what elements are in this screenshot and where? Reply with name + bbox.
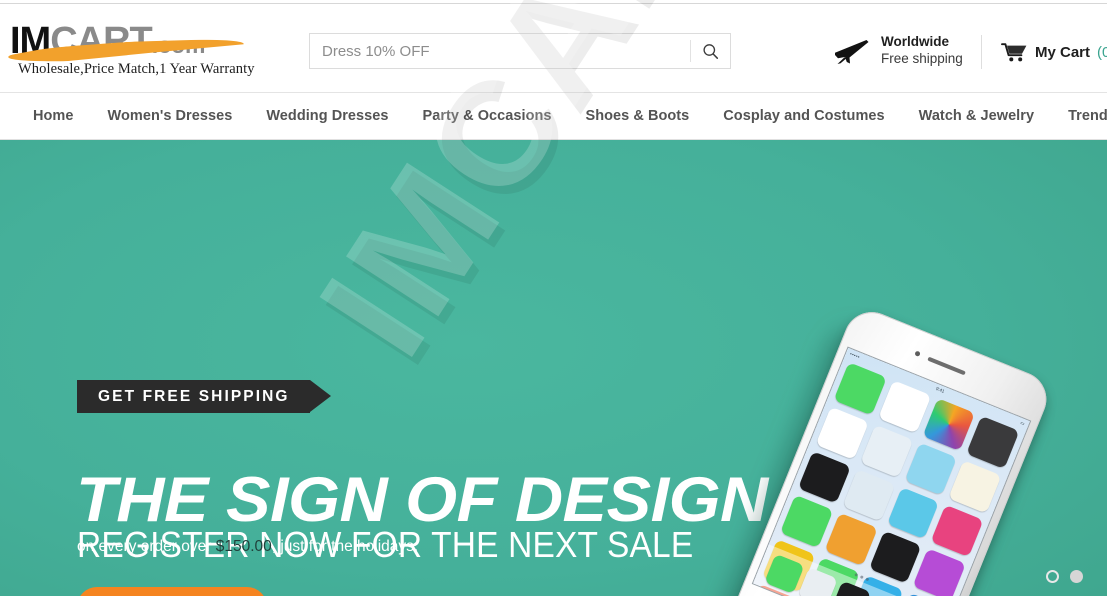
nav-item-party-occasions[interactable]: Party & Occasions xyxy=(406,108,569,124)
phone-battery-icon: ▭ xyxy=(1019,419,1026,426)
app-icon xyxy=(831,580,872,596)
nav-item-home[interactable]: Home xyxy=(16,108,91,124)
shipping-subtitle: Free shipping xyxy=(881,50,963,66)
nav-items: Home Women's Dresses Wedding Dresses Par… xyxy=(16,93,1107,139)
smartphone-mockup: ••••• 9:41 ▭ xyxy=(725,303,1055,596)
cart-button[interactable]: My Cart (0) xyxy=(1001,42,1107,63)
nav-item-wedding-dresses[interactable]: Wedding Dresses xyxy=(249,108,405,124)
logo-tagline: Wholesale,Price Match,1 Year Warranty xyxy=(18,61,255,77)
cart-label: My Cart xyxy=(1035,44,1091,61)
app-icon xyxy=(912,548,966,596)
nav-item-womens-dresses[interactable]: Women's Dresses xyxy=(91,108,250,124)
shipping-info: Worldwide Free shipping xyxy=(832,34,963,68)
app-icon xyxy=(886,486,940,540)
nav-item-watch-jewelry[interactable]: Watch & Jewelry xyxy=(902,108,1051,124)
ribbon-arrow-icon xyxy=(309,380,331,412)
nav-item-shoes-boots[interactable]: Shoes & Boots xyxy=(569,108,707,124)
search-icon xyxy=(703,43,719,59)
app-icon xyxy=(948,460,1002,514)
hero-product-image: ••••• 9:41 ▭ xyxy=(705,303,1067,596)
cart-count: (0) xyxy=(1097,44,1107,61)
ribbon-label: GET FREE SHIPPING xyxy=(98,387,290,405)
app-icon xyxy=(779,494,834,548)
main-navigation: Home Women's Dresses Wedding Dresses Par… xyxy=(0,92,1107,140)
shipping-title: Worldwide xyxy=(881,34,950,49)
phone-body: ••••• 9:41 ▭ xyxy=(725,303,1055,596)
hero-detail-prefix: on every order over xyxy=(77,538,216,555)
site-logo[interactable]: IMCART.com Wholesale,Price Match,1 Year … xyxy=(8,20,278,80)
phone-speaker xyxy=(927,356,966,376)
shopping-cart-icon xyxy=(1001,43,1027,62)
storefront-page: IMCART.com Wholesale,Price Match,1 Year … xyxy=(0,0,1107,596)
search-bar xyxy=(309,33,731,69)
app-icon xyxy=(824,512,878,566)
nav-item-trends[interactable]: Trends xyxy=(1051,108,1107,124)
hero-detail-price: $150.00 xyxy=(215,538,272,555)
airplane-icon xyxy=(835,39,869,64)
search-input[interactable] xyxy=(310,34,690,68)
free-shipping-ribbon: GET FREE SHIPPING xyxy=(77,380,331,413)
app-icon xyxy=(868,530,922,584)
hero-banner: GET FREE SHIPPING THE SIGN OF DESIGN REG… xyxy=(0,140,1107,596)
know-more-button[interactable]: KNOW MORE xyxy=(77,587,267,596)
app-icon xyxy=(815,406,869,460)
app-icon xyxy=(764,553,805,594)
app-icon xyxy=(797,566,839,596)
carousel-pagination xyxy=(1046,570,1083,583)
app-icon xyxy=(860,424,914,478)
app-icon xyxy=(930,504,984,558)
carousel-dot-2[interactable] xyxy=(1070,570,1083,583)
header-divider xyxy=(981,35,982,69)
phone-signal-icon: ••••• xyxy=(849,351,861,360)
phone-camera-icon xyxy=(914,350,921,357)
phone-clock: 9:41 xyxy=(935,385,946,394)
app-icon xyxy=(842,468,896,522)
hero-detail-suffix: , just for the holidays. xyxy=(271,538,419,555)
site-header: IMCART.com Wholesale,Price Match,1 Year … xyxy=(0,4,1107,92)
phone-screen: ••••• 9:41 ▭ xyxy=(753,347,1030,596)
search-button[interactable] xyxy=(691,34,730,68)
shipping-text: Worldwide Free shipping xyxy=(881,34,963,68)
nav-item-cosplay-costumes[interactable]: Cosplay and Costumes xyxy=(706,108,901,124)
app-icon xyxy=(797,450,851,504)
carousel-dot-1[interactable] xyxy=(1046,570,1059,583)
app-icon xyxy=(904,442,958,496)
hero-detail-text: on every order over $150.00, just for th… xyxy=(77,536,418,558)
